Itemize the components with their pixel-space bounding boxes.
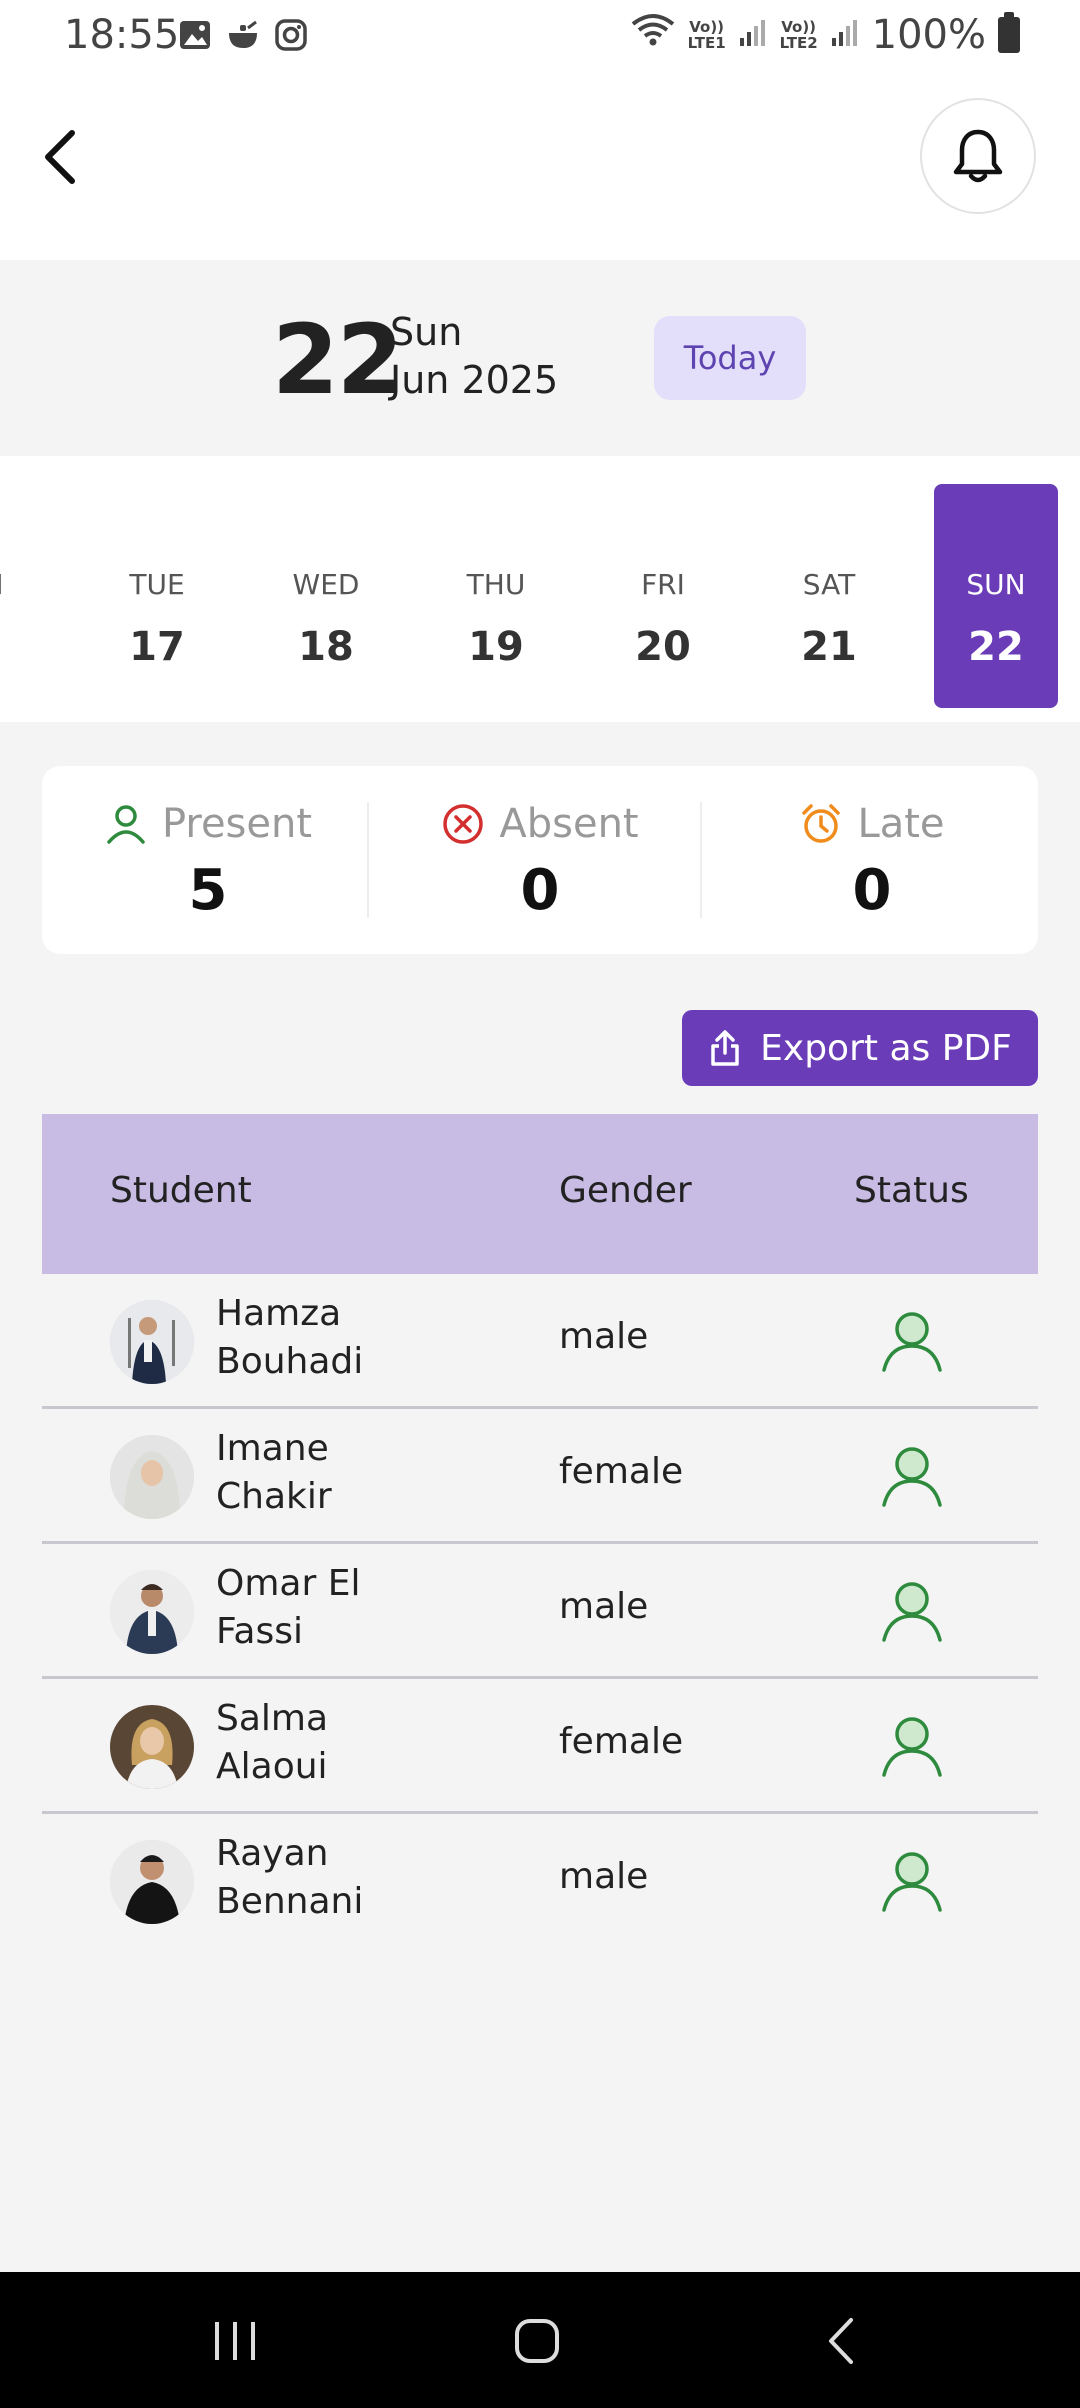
day-cell-fri[interactable]: FRI 20: [601, 484, 725, 708]
present-stat: Present 5: [42, 796, 374, 936]
sim2-label: Vo)) LTE2: [779, 18, 818, 52]
student-name: Imane Chakir: [216, 1428, 332, 1517]
student-name: Rayan Bennani: [216, 1833, 364, 1922]
battery-text: 100%: [871, 12, 986, 58]
app-header: [0, 72, 1080, 260]
signal-icon-2: [830, 12, 860, 58]
wifi-icon: [630, 12, 676, 58]
late-label: Late: [857, 801, 945, 847]
day-cell-thu[interactable]: THU 19: [434, 484, 558, 708]
present-label: Present: [161, 801, 313, 847]
student-gender: female: [559, 1451, 684, 1492]
student-name: Salma Alaoui: [216, 1698, 329, 1787]
avatar: [110, 1300, 194, 1384]
share-upload-icon: [711, 1030, 739, 1066]
day-cell-mon[interactable]: MON 16: [0, 484, 32, 708]
status-right: Vo)) LTE1 Vo)) LTE2 100%: [630, 12, 1020, 58]
day-cell-tue[interactable]: TUE 17: [95, 484, 219, 708]
attendance-table-header: Student Gender Status: [42, 1114, 1038, 1274]
present-user-icon: [107, 805, 145, 844]
instagram-icon: [274, 18, 308, 52]
present-status-icon[interactable]: [878, 1306, 946, 1374]
present-count: 5: [188, 858, 228, 923]
table-row[interactable]: Imane Chakir female: [42, 1409, 1038, 1544]
late-count: 0: [852, 858, 892, 923]
present-status-icon[interactable]: [878, 1711, 946, 1779]
day-cell-sun-selected[interactable]: SUN 22: [934, 484, 1058, 708]
table-row[interactable]: Salma Alaoui female: [42, 1679, 1038, 1814]
student-name: Hamza Bouhadi: [216, 1293, 364, 1382]
student-gender: male: [559, 1856, 649, 1897]
week-strip[interactable]: MON 16 TUE 17 WED 18 THU 19 FRI 20 SAT 2…: [0, 456, 1080, 722]
late-alarm-clock-icon: [802, 804, 841, 843]
absent-label: Absent: [499, 801, 639, 847]
notification-icons: [178, 18, 308, 52]
home-icon: [515, 2319, 559, 2363]
column-header-gender: Gender: [559, 1170, 692, 1211]
student-name: Omar El Fassi: [216, 1563, 361, 1652]
student-gender: female: [559, 1721, 684, 1762]
date-header: 22 Sun Jun 2025 Today: [0, 260, 1080, 456]
sim1-label: Vo)) LTE1: [687, 18, 726, 52]
battery-icon: [998, 12, 1020, 53]
avatar: [110, 1570, 194, 1654]
table-row[interactable]: Hamza Bouhadi male: [42, 1274, 1038, 1409]
system-back-button[interactable]: [806, 2306, 876, 2376]
present-status-icon[interactable]: [878, 1441, 946, 1509]
avatar: [110, 1840, 194, 1924]
absent-stat: Absent 0: [374, 796, 706, 936]
table-row[interactable]: Omar El Fassi male: [42, 1544, 1038, 1679]
student-gender: male: [559, 1586, 649, 1627]
absent-x-circle-icon: [443, 804, 484, 844]
attendance-summary-card: Present 5 Absent 0 Late 0: [42, 766, 1038, 954]
today-button[interactable]: Today: [654, 316, 806, 400]
signal-icon: [738, 12, 768, 58]
back-icon: [829, 2318, 853, 2364]
avatar: [110, 1705, 194, 1789]
recent-apps-button[interactable]: [200, 2306, 270, 2376]
present-status-icon[interactable]: [878, 1846, 946, 1914]
selected-day-number: 22: [272, 304, 404, 416]
export-pdf-label: Export as PDF: [760, 1027, 1012, 1069]
home-button[interactable]: [502, 2306, 572, 2376]
day-cell-wed[interactable]: WED 18: [264, 484, 388, 708]
day-cell-sat[interactable]: SAT 21: [767, 484, 891, 708]
system-navigation-bar: [0, 2272, 1080, 2408]
table-row[interactable]: Rayan Bennani male: [42, 1814, 1038, 1949]
present-status-icon[interactable]: [878, 1576, 946, 1644]
stat-divider: [700, 802, 702, 918]
back-button[interactable]: [30, 122, 90, 192]
absent-count: 0: [520, 858, 560, 923]
image-icon: [178, 18, 212, 52]
column-header-status: Status: [854, 1170, 969, 1211]
pot-icon: [226, 18, 260, 52]
selected-weekday: Sun: [390, 310, 463, 354]
export-pdf-button[interactable]: Export as PDF: [682, 1010, 1038, 1086]
status-bar: 18:55 Vo)) LTE1 Vo)) LTE2 100%: [0, 0, 1080, 72]
selected-month-year: Jun 2025: [390, 358, 559, 402]
stat-divider: [367, 802, 369, 918]
late-stat: Late 0: [706, 796, 1038, 936]
chevron-left-icon: [45, 130, 75, 184]
student-gender: male: [559, 1316, 649, 1357]
avatar: [110, 1435, 194, 1519]
recent-apps-icon: [215, 2322, 255, 2360]
column-header-student: Student: [110, 1170, 252, 1211]
notifications-button[interactable]: [920, 98, 1036, 214]
status-time: 18:55: [64, 12, 180, 58]
bell-icon: [953, 129, 1003, 183]
